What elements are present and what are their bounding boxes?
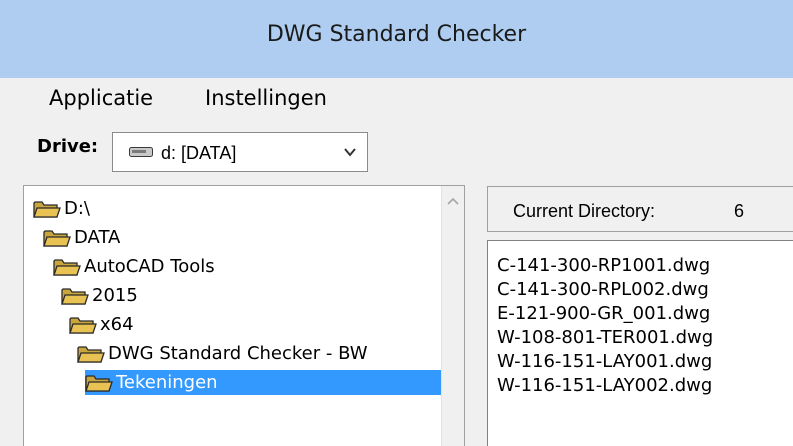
tree-item-label: AutoCAD Tools <box>84 256 215 277</box>
list-item[interactable]: C-141-300-RPL002.dwg <box>497 279 709 300</box>
list-item[interactable]: W-108-801-TER001.dwg <box>497 327 713 348</box>
tree-item[interactable]: 2015 <box>61 283 138 308</box>
drive-icon <box>129 147 153 157</box>
folder-open-icon <box>43 229 71 247</box>
tree-item-label: Tekeningen <box>116 372 218 393</box>
file-list[interactable]: C-141-300-RP1001.dwg C-141-300-RPL002.dwg… <box>487 240 793 446</box>
tree-item-label: DWG Standard Checker - BW <box>108 343 368 364</box>
folder-open-icon <box>69 316 97 334</box>
current-directory-button[interactable]: Current Directory: 6 <box>487 186 793 232</box>
menu-instellingen[interactable]: Instellingen <box>205 86 327 110</box>
scroll-up-icon[interactable] <box>447 197 459 205</box>
tree-item[interactable]: AutoCAD Tools <box>53 254 215 279</box>
folder-open-icon <box>33 200 61 218</box>
current-directory-label: Current Directory: <box>513 201 656 221</box>
tree-item[interactable]: D:\ <box>33 196 90 221</box>
tree-item-label: DATA <box>74 227 121 248</box>
tree-item[interactable]: DWG Standard Checker - BW <box>77 341 368 366</box>
tree-item-label: 2015 <box>92 285 138 306</box>
drive-value: d: [DATA] <box>161 143 237 163</box>
list-item[interactable]: C-141-300-RP1001.dwg <box>497 255 710 276</box>
tree-item[interactable]: x64 <box>69 312 134 337</box>
chevron-down-icon[interactable] <box>343 145 357 159</box>
folder-open-icon <box>77 345 105 363</box>
title-bar[interactable]: DWG Standard Checker <box>0 0 793 78</box>
drive-label: Drive: <box>37 136 99 157</box>
menu-instellingen-label: Instellingen <box>205 86 327 110</box>
list-item[interactable]: W-116-151-LAY001.dwg <box>497 351 712 372</box>
menu-bar: Applicatie Instellingen <box>0 78 793 120</box>
menu-applicatie-label: Applicatie <box>49 86 154 110</box>
list-item[interactable]: E-121-900-GR_001.dwg <box>497 303 710 324</box>
folder-open-icon <box>61 287 89 305</box>
tree-item-label: x64 <box>100 314 134 335</box>
folder-open-icon <box>53 258 81 276</box>
drive-select[interactable]: d: [DATA] <box>112 132 368 172</box>
folder-open-icon <box>85 374 113 392</box>
tree-item[interactable]: DATA <box>43 225 120 250</box>
tree-item[interactable]: Tekeningen <box>85 370 441 395</box>
tree-scrollbar[interactable] <box>441 186 464 446</box>
tree-item-label: D:\ <box>64 198 90 219</box>
menu-applicatie[interactable]: Applicatie <box>49 86 153 110</box>
window-title: DWG Standard Checker <box>266 22 527 47</box>
list-item[interactable]: W-116-151-LAY002.dwg <box>497 375 712 396</box>
file-count: 6 <box>734 201 745 221</box>
directory-tree[interactable]: D:\ DATA AutoCAD Tools 2015 x64 DWG Standard … <box>23 185 465 446</box>
